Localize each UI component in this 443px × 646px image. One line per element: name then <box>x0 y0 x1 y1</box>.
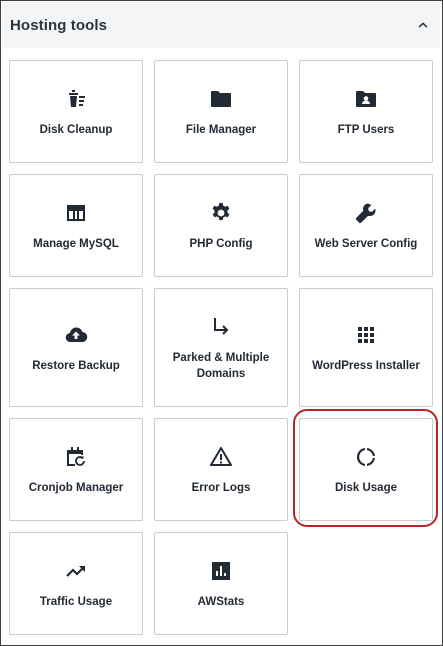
chevron-up-icon[interactable] <box>416 18 430 32</box>
tool-label: PHP Config <box>189 237 253 250</box>
tool-label: FTP Users <box>337 123 395 136</box>
section-header[interactable]: Hosting tools <box>2 2 440 48</box>
tool-label: Traffic Usage <box>39 595 113 608</box>
tool-web-server-config[interactable]: Web Server Config <box>299 174 433 277</box>
tool-error-logs[interactable]: Error Logs <box>154 418 288 521</box>
bar-chart-icon <box>208 558 234 584</box>
tool-traffic-usage[interactable]: Traffic Usage <box>9 532 143 635</box>
table-icon <box>63 200 89 226</box>
tool-label: File Manager <box>185 123 257 136</box>
trash-list-icon <box>63 86 89 112</box>
hosting-tools-panel: Hosting tools Disk Cleanup File Manager … <box>0 0 443 646</box>
grid-dots-icon <box>353 322 379 348</box>
tool-php-config[interactable]: PHP Config <box>154 174 288 277</box>
tool-awstats[interactable]: AWStats <box>154 532 288 635</box>
section-title: Hosting tools <box>10 16 108 34</box>
folder-icon <box>208 86 234 112</box>
tool-cronjob-manager[interactable]: Cronjob Manager <box>9 418 143 521</box>
tool-label: Error Logs <box>191 481 251 494</box>
tool-label: Manage MySQL <box>33 237 119 250</box>
donut-progress-icon <box>353 444 379 470</box>
tool-disk-usage[interactable]: Disk Usage <box>299 418 433 521</box>
gear-icon <box>208 200 234 226</box>
folder-user-icon <box>353 86 379 112</box>
tool-wordpress-installer[interactable]: WordPress Installer <box>299 288 433 407</box>
trending-up-icon <box>63 558 89 584</box>
tool-restore-backup[interactable]: Restore Backup <box>9 288 143 407</box>
wrench-icon <box>353 200 379 226</box>
tool-label: Disk Usage <box>334 481 397 494</box>
tool-ftp-users[interactable]: FTP Users <box>299 60 433 163</box>
tool-manage-mysql[interactable]: Manage MySQL <box>9 174 143 277</box>
tool-label: AWStats <box>197 595 245 608</box>
tool-label: Web Server Config <box>314 237 418 250</box>
tool-disk-cleanup[interactable]: Disk Cleanup <box>9 60 143 163</box>
arrow-down-right-icon <box>208 314 234 340</box>
tools-grid: Disk Cleanup File Manager FTP Users Mana… <box>9 60 435 635</box>
tool-file-manager[interactable]: File Manager <box>154 60 288 163</box>
tool-label: WordPress Installer <box>312 359 420 372</box>
empty-slot <box>299 532 433 635</box>
warning-icon <box>208 444 234 470</box>
tool-label: Cronjob Manager <box>28 481 124 494</box>
tool-label: Restore Backup <box>32 359 120 372</box>
cloud-upload-icon <box>63 322 89 348</box>
calendar-refresh-icon <box>63 444 89 470</box>
tool-label: Disk Cleanup <box>39 123 113 136</box>
tool-label: Parked & Multiple Domains <box>172 351 270 380</box>
tool-parked-domains[interactable]: Parked & Multiple Domains <box>154 288 288 407</box>
